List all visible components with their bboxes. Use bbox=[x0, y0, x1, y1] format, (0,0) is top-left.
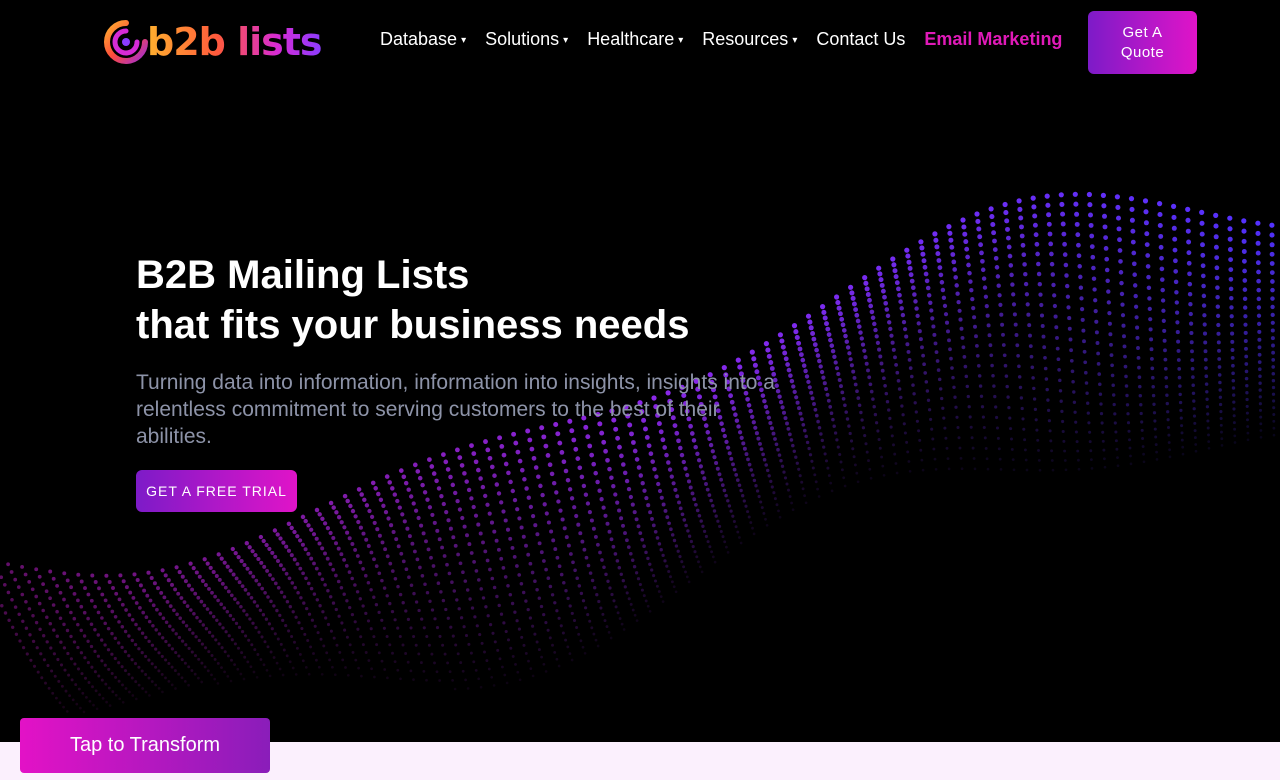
hero-headline-line1: B2B Mailing Lists bbox=[136, 253, 470, 297]
get-a-quote-button[interactable]: Get A Quote bbox=[1088, 11, 1197, 74]
nav-item-solutions[interactable]: Solutions ▾ bbox=[485, 29, 568, 50]
tap-to-transform-button[interactable]: Tap to Transform bbox=[20, 718, 270, 773]
nav-item-label: Contact Us bbox=[816, 28, 906, 49]
nav-item-contact-us[interactable]: Contact Us bbox=[816, 29, 905, 50]
caret-down-icon: ▾ bbox=[678, 34, 684, 46]
hero-headline: B2B Mailing Lists that fits your busines… bbox=[136, 250, 836, 350]
get-a-quote-label: Get A Quote bbox=[1120, 23, 1165, 61]
nav-item-label: Database bbox=[380, 28, 458, 49]
nav-item-email-marketing[interactable]: Email Marketing bbox=[924, 29, 1062, 50]
nav-item-label: Solutions bbox=[485, 28, 560, 49]
hero-subtext: Turning data into information, informati… bbox=[136, 371, 775, 448]
nav-item-resources[interactable]: Resources ▾ bbox=[702, 29, 797, 50]
tap-to-transform-label: Tap to Transform bbox=[69, 734, 221, 756]
swirl-logo-icon bbox=[104, 20, 148, 64]
nav-item-database[interactable]: Database ▾ bbox=[380, 29, 466, 50]
caret-down-icon: ▾ bbox=[792, 34, 798, 46]
nav-item-healthcare[interactable]: Healthcare ▾ bbox=[587, 29, 683, 50]
hero-section: b2b lists Database ▾ Solutions ▾ Healthc… bbox=[0, 0, 1280, 742]
caret-down-icon: ▾ bbox=[461, 34, 467, 46]
free-trial-button[interactable]: GET A FREE TRIAL bbox=[136, 470, 297, 512]
hero-headline-line2: that fits your business needs bbox=[136, 303, 690, 347]
nav-item-label: Resources bbox=[702, 28, 789, 49]
caret-down-icon: ▾ bbox=[563, 34, 569, 46]
main-nav: Database ▾ Solutions ▾ Healthcare ▾ Reso… bbox=[380, 26, 1062, 52]
nav-item-label: Healthcare bbox=[587, 28, 675, 49]
nav-item-label: Email Marketing bbox=[924, 28, 1063, 49]
logo-text: b2b lists bbox=[147, 20, 323, 64]
site-logo[interactable]: b2b lists bbox=[101, 16, 331, 68]
free-trial-label: GET A FREE TRIAL bbox=[146, 483, 287, 499]
